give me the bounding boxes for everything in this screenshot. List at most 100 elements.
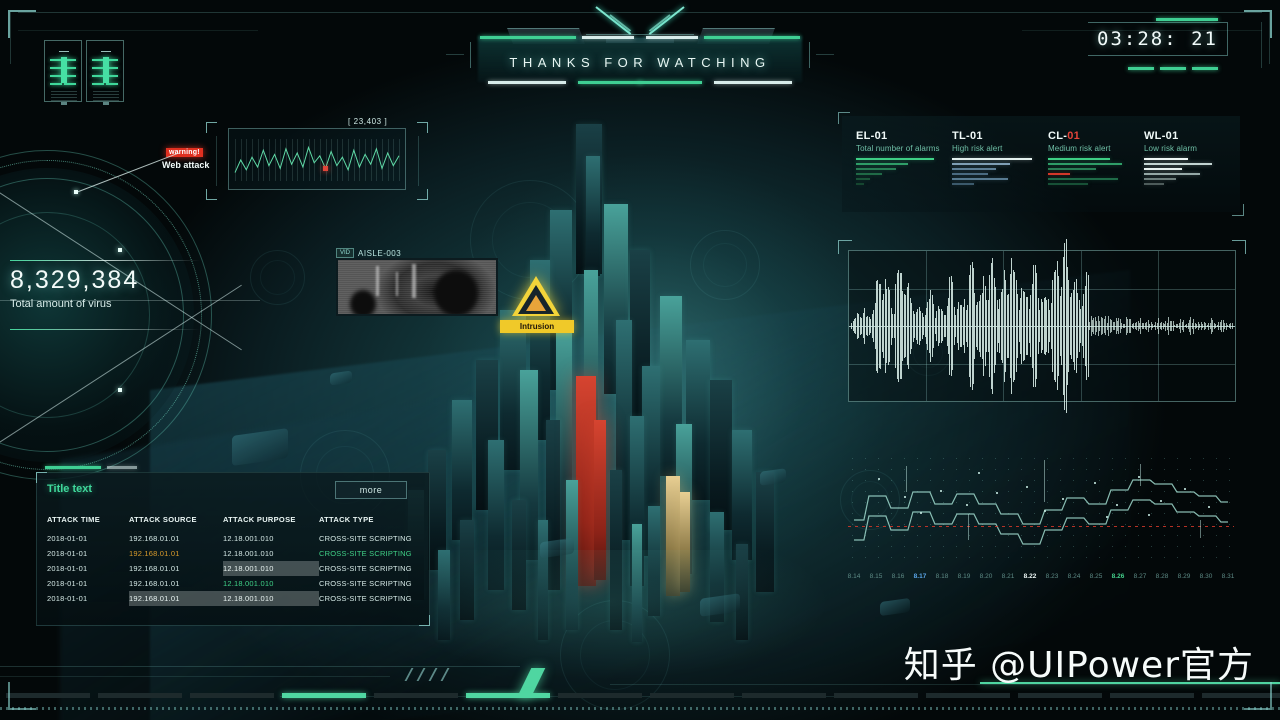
waveform-bracket-tl	[838, 240, 852, 254]
virus-count-value: 8,329,384	[10, 266, 140, 294]
x-axis-tick: 8.24	[1067, 573, 1081, 580]
table-cell-time: 2018-01-01	[47, 594, 88, 603]
ekg-bracket-right	[414, 122, 428, 200]
x-axis-tick: 8.18	[935, 573, 949, 580]
more-button[interactable]: more	[335, 481, 407, 499]
top-frame: THANKS FOR WATCHING 03:28: 21	[0, 0, 1280, 108]
virus-counter: 8,329,384 Total amount of virus	[10, 260, 220, 330]
alarm-code: CL-01	[1048, 130, 1081, 142]
x-axis-tick: 8.31	[1221, 573, 1235, 580]
clock-module: 03:28: 21	[1042, 18, 1262, 70]
x-axis-tick: 8.19	[957, 573, 971, 580]
table-cell-time: 2018-01-01	[47, 549, 88, 558]
table-column-header: ATTACK TIME	[47, 515, 101, 524]
table-column-header: ATTACK PURPOSE	[223, 515, 296, 524]
intrusion-alert[interactable]: Intrusion	[500, 276, 574, 340]
table-cell-type: CROSS-SITE SCRIPTING	[319, 549, 412, 558]
alarm-card-cl[interactable]: CL-01 Medium risk alert	[1048, 130, 1146, 188]
table-cell-time: 2018-01-01	[47, 579, 88, 588]
x-axis-tick: 8.30	[1199, 573, 1213, 580]
alarm-code: WL-01	[1144, 130, 1179, 142]
table-column-header: ATTACK SOURCE	[129, 515, 197, 524]
video-channel-label: AISLE-003	[358, 248, 402, 258]
alarm-card-wl01[interactable]: WL-01 Low risk alarm	[1144, 130, 1242, 188]
waveform-bracket-tr	[1232, 240, 1246, 254]
ekg-value-label: [ 23,403 ]	[348, 117, 388, 126]
x-axis-tick: 8.23	[1045, 573, 1059, 580]
city-model	[380, 120, 840, 680]
alarm-bars	[1048, 158, 1146, 185]
table-body: 2018-01-01 192.168.01.01 12.18.001.010 CROS…	[47, 531, 421, 606]
x-axis-tick: 8.15	[869, 573, 883, 580]
table-cell-purpose: 12.18.001.010	[223, 591, 319, 606]
x-axis-tick: 8.20	[979, 573, 993, 580]
alarm-label: High risk alert	[952, 144, 1003, 153]
video-feed[interactable]	[336, 258, 498, 316]
x-axis-tick: 8.14	[847, 573, 861, 580]
table-cell-source: 192.168.01.01	[129, 579, 180, 588]
attack-table: ATTACK TIME ATTACK SOURCE ATTACK PURPOSE AT…	[47, 511, 421, 606]
table-column-header: ATTACK TYPE	[319, 515, 374, 524]
table-row[interactable]: 2018-01-01 192.168.01.01 12.18.001.010 CROS…	[47, 576, 421, 591]
x-axis-tick: 8.17	[913, 573, 927, 580]
table-cell-type: CROSS-SITE SCRIPTING	[319, 579, 412, 588]
table-cell-purpose: 12.18.001.010	[223, 549, 274, 558]
alarm-card-tl01[interactable]: TL-01 High risk alert	[952, 130, 1050, 188]
dashboard-root: THANKS FOR WATCHING 03:28: 21 8,329,384 …	[0, 0, 1280, 720]
intrusion-label: Intrusion	[500, 320, 574, 333]
table-cell-purpose: 12.18.001.010	[223, 534, 274, 543]
table-cell-source: 192.168.01.01	[129, 564, 180, 573]
video-kind-tag: VID	[336, 248, 355, 258]
table-cell-purpose: 12.18.001.010	[223, 561, 319, 576]
table-cell-source: 192.168.01.01	[129, 549, 180, 558]
hud-segment-bar	[0, 693, 1280, 698]
clock-time: 03:28: 21	[1097, 28, 1218, 50]
table-cell-type: CROSS-SITE SCRIPTING	[319, 534, 412, 543]
x-axis-tick: 8.22	[1023, 573, 1037, 580]
x-axis-tick: 8.29	[1177, 573, 1191, 580]
alarm-bars	[952, 158, 1050, 185]
corner-bracket-tl	[8, 10, 36, 38]
corner-bracket-bl	[8, 682, 36, 710]
alarm-code: EL-01	[856, 130, 888, 142]
alarm-card-el01[interactable]: EL-01 Total number of alarms	[856, 130, 954, 188]
table-cell-type: CROSS-SITE SCRIPTING	[319, 564, 412, 573]
alarm-bars	[1144, 158, 1242, 185]
watermark: 知乎 @UIPower官方	[903, 645, 1254, 686]
x-axis-tick: 8.28	[1155, 573, 1169, 580]
hud-dotted-rule	[0, 707, 1280, 710]
x-axis-tick: 8.25	[1089, 573, 1103, 580]
table-title: Title text	[47, 483, 93, 495]
alarm-code: TL-01	[952, 130, 983, 142]
x-axis-tick: 8.27	[1133, 573, 1147, 580]
video-feed-header: VID AISLE-003	[336, 248, 401, 258]
header-banner: THANKS FOR WATCHING	[466, 30, 814, 88]
virus-count-caption: Total amount of virus	[10, 298, 112, 310]
table-row[interactable]: 2018-01-01 192.168.01.01 12.18.001.010 CROS…	[47, 531, 421, 546]
table-cell-purpose: 12.18.001.010	[223, 579, 274, 588]
ekg-chart[interactable]	[228, 128, 406, 190]
audio-waveform-chart[interactable]	[848, 238, 1236, 414]
banner-title: THANKS FOR WATCHING	[509, 55, 771, 70]
x-axis-tick: 8.21	[1001, 573, 1015, 580]
alarm-panel-group: EL-01 Total number of alarms TL-01 High ris…	[838, 112, 1244, 216]
callout-anchor-dot	[74, 190, 78, 194]
table-row[interactable]: 2018-01-01 192.168.01.01 12.18.001.010 CROS…	[47, 561, 421, 576]
alarm-label: Low risk alarm	[1144, 144, 1197, 153]
warning-triangle-core	[526, 295, 546, 311]
table-cell-source: 192.168.01.01	[129, 591, 223, 606]
table-cell-time: 2018-01-01	[47, 534, 88, 543]
table-header-row: ATTACK TIME ATTACK SOURCE ATTACK PURPOSE AT…	[47, 511, 421, 531]
table-cell-time: 2018-01-01	[47, 564, 88, 573]
corner-bracket-tr	[1244, 10, 1272, 38]
x-axis-tick: 8.16	[891, 573, 905, 580]
dual-band-line-chart[interactable]: 8.14 8.15 8.16 8.17 8.18 8.19 8.20 8.21 8.22 8.23…	[848, 452, 1236, 582]
alarm-bars	[856, 158, 954, 185]
web-attack-label: Web attack	[162, 160, 210, 170]
x-axis-tick: 8.26	[1111, 573, 1125, 580]
table-row[interactable]: 2018-01-01 192.168.01.01 12.18.001.010 CROS…	[47, 546, 421, 561]
alarm-label: Medium risk alert	[1048, 144, 1111, 153]
table-row[interactable]: 2018-01-01 192.168.01.01 12.18.001.010 CROS…	[47, 591, 421, 606]
table-cell-source: 192.168.01.01	[129, 534, 180, 543]
ekg-bracket-left	[206, 122, 220, 200]
